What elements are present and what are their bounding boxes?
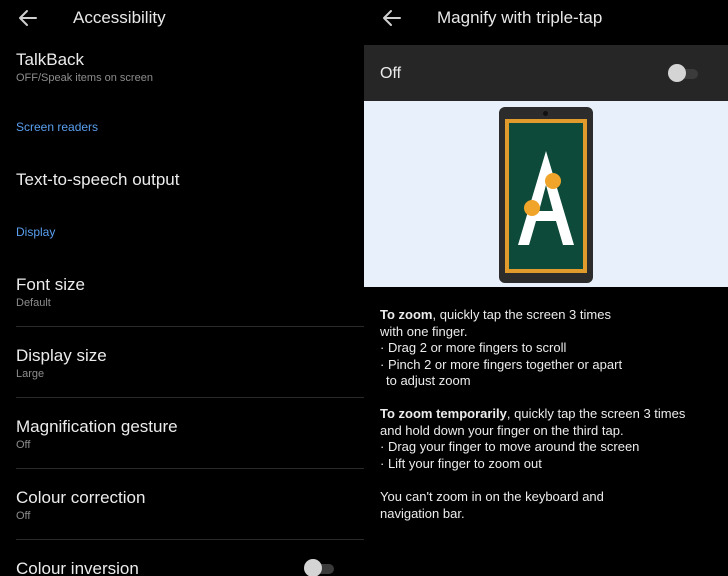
- top-app-bar: Magnify with triple-tap: [364, 0, 728, 36]
- letter-a-graphic: [518, 151, 574, 245]
- colour-correction-item[interactable]: Colour correction Off: [16, 488, 364, 522]
- talkback-item[interactable]: TalkBack OFF/Speak items on screen: [16, 50, 364, 84]
- accessibility-screen: Accessibility TalkBack OFF/Speak items o…: [0, 0, 364, 576]
- zoom-temp-instructions: To zoom temporarily, quickly tap the scr…: [380, 406, 720, 472]
- zoom-temp-bullet-2: · Lift your finger to zoom out: [380, 455, 542, 471]
- camera-dot: [543, 111, 548, 116]
- toggle-thumb: [304, 559, 322, 576]
- zoom-temp-heading: To zoom temporarily: [380, 406, 507, 421]
- colour-inversion-toggle[interactable]: [304, 559, 336, 576]
- zoom-temp-text: , quickly tap the screen 3 times: [506, 406, 686, 421]
- phone-icon: [499, 107, 593, 283]
- top-app-bar: Accessibility: [0, 0, 364, 36]
- talkback-title: TalkBack: [16, 50, 85, 69]
- tts-item[interactable]: Text-to-speech output: [16, 170, 364, 190]
- divider: [16, 539, 364, 540]
- zoom-heading: To zoom: [380, 307, 433, 322]
- master-switch-bar[interactable]: Off: [364, 45, 728, 101]
- toggle-thumb: [668, 64, 686, 82]
- phone-screen-frame: [505, 119, 587, 273]
- divider: [16, 468, 364, 469]
- font-size-title: Font size: [16, 275, 85, 294]
- tts-title: Text-to-speech output: [16, 170, 180, 189]
- section-display: Display: [16, 225, 56, 239]
- page-title: Accessibility: [73, 8, 166, 27]
- zoom-bullet-2: · Pinch 2 or more fingers together or ap…: [380, 356, 623, 372]
- zoom-bullet-1: · Drag 2 or more fingers to scroll: [380, 340, 567, 355]
- zoom-temp-text-2: and hold down your finger on the third t…: [380, 422, 624, 438]
- magnification-title: Magnification gesture: [16, 417, 178, 436]
- back-arrow-icon[interactable]: [380, 6, 404, 30]
- display-size-summary: Large: [16, 368, 45, 380]
- colour-correction-summary: Off: [16, 510, 31, 522]
- phone-illustration: [364, 101, 728, 287]
- colour-correction-title: Colour correction: [16, 488, 146, 507]
- keyboard-note: You can't zoom in on the keyboard and na…: [380, 489, 720, 522]
- back-arrow-icon[interactable]: [16, 6, 40, 30]
- zoom-text: , quickly tap the screen 3 times: [432, 307, 611, 322]
- font-size-summary: Default: [16, 297, 51, 309]
- section-screen-readers: Screen readers: [16, 120, 99, 134]
- note-line-1: You can't zoom in on the keyboard and: [380, 489, 604, 504]
- zoom-temp-bullet-1: · Drag your finger to move around the sc…: [380, 439, 640, 454]
- display-size-item[interactable]: Display size Large: [16, 346, 364, 380]
- divider: [16, 397, 364, 398]
- font-size-item[interactable]: Font size Default: [16, 275, 364, 309]
- magnification-gesture-item[interactable]: Magnification gesture Off: [16, 417, 364, 451]
- divider: [16, 326, 364, 327]
- zoom-bullet-2b: to adjust zoom: [386, 373, 471, 388]
- zoom-text-2: with one finger.: [380, 323, 468, 339]
- talkback-summary: OFF/Speak items on screen: [16, 72, 153, 84]
- display-size-title: Display size: [16, 346, 107, 365]
- phone-screen: [509, 123, 583, 269]
- tap-dot: [545, 173, 561, 189]
- tap-dot: [524, 200, 540, 216]
- magnification-summary: Off: [16, 439, 31, 451]
- page-title: Magnify with triple-tap: [437, 8, 603, 27]
- zoom-instructions: To zoom, quickly tap the screen 3 times …: [380, 307, 720, 390]
- note-line-2: navigation bar.: [380, 505, 465, 521]
- magnify-triple-tap-screen: Magnify with triple-tap Off To zoom, qui…: [364, 0, 728, 576]
- switch-label: Off: [380, 65, 402, 82]
- magnify-toggle[interactable]: [668, 64, 700, 82]
